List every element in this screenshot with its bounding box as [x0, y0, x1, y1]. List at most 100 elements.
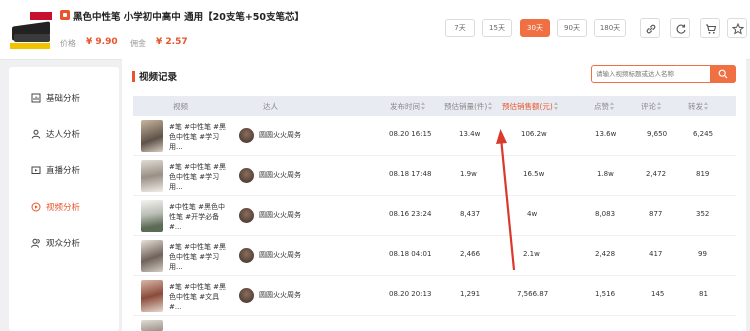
publish-time: 08.20 20:13 [389, 290, 432, 298]
video-thumbnail[interactable] [141, 320, 163, 331]
column-header-label: 预估销量(件) [444, 102, 488, 111]
video-thumbnail[interactable] [141, 280, 163, 312]
shop-icon [60, 10, 70, 20]
sort-icon [610, 102, 615, 110]
table-row[interactable]: #笔 #中性笔 #黑色中性笔 #文具 #... 圆圆火火周务 08.20 20:… [133, 276, 736, 316]
sidebar-item-live[interactable]: 直播分析 [9, 161, 119, 179]
sidebar-item-label: 观众分析 [46, 239, 81, 249]
video-icon [31, 202, 41, 212]
video-description[interactable]: #笔 #中性笔 #黑色中性笔 #学习用... [169, 122, 231, 152]
author-name[interactable]: 圆圆火火周务 [259, 170, 301, 180]
video-description[interactable]: #笔 #中性笔 #黑色中性笔 #文具 #... [169, 282, 231, 312]
commission-label: 佣金 [130, 39, 146, 48]
video-description[interactable]: #笔 #中性笔 #黑色中性笔 #学习用... [169, 242, 231, 272]
revenue: 2.1w [523, 250, 540, 258]
sort-icon [704, 102, 709, 110]
sidebar-item-video[interactable]: 视频分析 [9, 198, 119, 216]
likes-count: 13.6w [595, 130, 617, 138]
sales-count: 1.9w [460, 170, 477, 178]
comments-count: 417 [649, 250, 663, 258]
range-180d-button[interactable]: 180天 [594, 19, 626, 37]
column-header-likes[interactable]: 点赞 [594, 101, 615, 112]
sidebar-item-audience[interactable]: 观众分析 [9, 234, 119, 252]
sales-count: 13.4w [459, 130, 481, 138]
sort-icon [553, 102, 559, 110]
sort-icon [421, 102, 426, 110]
commission-value: ¥ 2.57 [156, 37, 188, 47]
table-row[interactable]: #笔 #中性笔 #黑色中性笔 #学习用... 圆圆火火周务 08.18 17:4… [133, 156, 736, 196]
shares-count: 99 [698, 250, 707, 258]
comments-count: 877 [649, 210, 663, 218]
section-marker [132, 71, 135, 82]
revenue: 16.5w [523, 170, 545, 178]
column-header-revenue[interactable]: 预估销售额(元) [502, 101, 559, 112]
star-icon [732, 23, 744, 35]
likes-count: 8,083 [595, 210, 616, 218]
comments-count: 2,472 [646, 170, 667, 178]
column-header-comments[interactable]: 评论 [641, 101, 662, 112]
column-header-label: 转发 [688, 102, 703, 111]
avatar [239, 168, 254, 183]
comments-count: 145 [651, 290, 665, 298]
sales-count: 2,466 [460, 250, 481, 258]
shares-count: 81 [699, 290, 708, 298]
comments-count: 9,650 [647, 130, 668, 138]
range-90d-button[interactable]: 90天 [557, 19, 587, 37]
author-name[interactable]: 圆圆火火周务 [259, 130, 301, 140]
table-row[interactable]: #中性笔 #黑色中性笔 #开学必备 #... 圆圆火火周务 08.16 23:2… [133, 196, 736, 236]
range-30d-button[interactable]: 30天 [520, 19, 550, 37]
refresh-icon [676, 24, 686, 34]
column-header-sales[interactable]: 预估销量(件) [444, 101, 493, 112]
audience-icon [31, 238, 40, 248]
sales-count: 1,291 [460, 290, 481, 298]
range-15d-button[interactable]: 15天 [482, 19, 512, 37]
shares-count: 6,245 [693, 130, 714, 138]
sidebar-item-basic[interactable]: 基础分析 [9, 89, 119, 107]
chart-icon [31, 93, 41, 103]
refresh-button[interactable] [670, 18, 690, 38]
table-header: 视频 达人 发布时间 预估销量(件) 预估销售额(元) 点赞 评论 转发 [133, 96, 736, 116]
shares-count: 819 [696, 170, 710, 178]
search-input[interactable] [596, 67, 706, 81]
column-header-time[interactable]: 发布时间 [390, 101, 426, 112]
link-button[interactable] [640, 18, 660, 38]
video-thumbnail[interactable] [141, 200, 163, 232]
price-value: ¥ 9.90 [86, 37, 118, 47]
column-header-shares[interactable]: 转发 [688, 101, 709, 112]
video-thumbnail[interactable] [141, 120, 163, 152]
cart-icon [706, 24, 717, 34]
video-description[interactable]: #笔 #中性笔 #黑色中性笔 #学习用... [169, 162, 231, 192]
column-header-label: 预估销售额(元) [502, 102, 553, 111]
publish-time: 08.16 23:24 [389, 210, 432, 218]
video-thumbnail[interactable] [141, 160, 163, 192]
table-row[interactable] [133, 316, 736, 331]
avatar [239, 248, 254, 263]
revenue: 7,566.87 [517, 290, 549, 298]
video-description[interactable]: #中性笔 #黑色中性笔 #开学必备 #... [169, 202, 231, 232]
sidebar-item-label: 直播分析 [46, 166, 81, 176]
search-button[interactable] [710, 65, 736, 83]
range-7d-button[interactable]: 7天 [445, 19, 475, 37]
user-icon [31, 129, 41, 139]
sort-icon [488, 102, 493, 110]
column-header-label: 评论 [641, 102, 656, 111]
column-header-label: 点赞 [594, 102, 609, 111]
cart-button[interactable] [700, 18, 720, 38]
author-name[interactable]: 圆圆火火周务 [259, 210, 301, 220]
sort-icon [657, 102, 662, 110]
product-thumbnail[interactable] [10, 10, 54, 50]
sidebar: 基础分析 达人分析 直播分析 视频分析 观众分析 [9, 67, 119, 331]
search-icon [718, 69, 728, 79]
video-thumbnail[interactable] [141, 240, 163, 272]
product-title[interactable]: 黑色中性笔 小学初中高中 通用【20支笔+50支笔芯】 [73, 9, 304, 23]
table-row[interactable]: #笔 #中性笔 #黑色中性笔 #学习用... 圆圆火火周务 08.20 16:1… [133, 116, 736, 156]
likes-count: 2,428 [595, 250, 616, 258]
favorite-button[interactable] [727, 18, 747, 38]
table-row[interactable]: #笔 #中性笔 #黑色中性笔 #学习用... 圆圆火火周务 08.18 04:0… [133, 236, 736, 276]
video-records-panel: 视频记录 视频 达人 发布时间 预估销量(件) 预估销售额(元) 点赞 评论 转… [122, 58, 746, 331]
publish-time: 08.20 16:15 [389, 130, 432, 138]
author-name[interactable]: 圆圆火火周务 [259, 250, 301, 260]
author-name[interactable]: 圆圆火火周务 [259, 290, 301, 300]
sidebar-item-influencer[interactable]: 达人分析 [9, 125, 119, 143]
avatar [239, 208, 254, 223]
